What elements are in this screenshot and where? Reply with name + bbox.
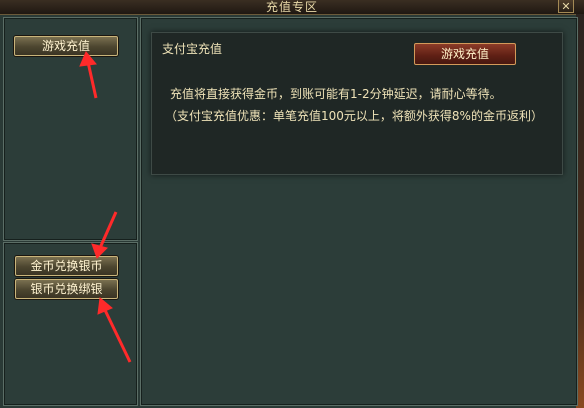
recharge-notice: 充值将直接获得金币，到账可能有1-2分钟延迟，请耐心等待。 — [170, 87, 502, 101]
silver-to-bind-button[interactable]: 银币兑换绑银 — [15, 279, 118, 299]
recharge-window: 充值专区 ✕ 游戏充值 金币兑换银币 银币兑换绑银 支付宝充值 游戏充值 充值将… — [0, 0, 584, 408]
promotion-notice: （支付宝充值优惠：单笔充值100元以上，将额外获得8%的金币返利） — [165, 109, 543, 123]
alipay-heading: 支付宝充值 — [162, 42, 223, 56]
window-title: 充值专区 — [265, 0, 318, 14]
close-icon[interactable]: ✕ — [558, 0, 574, 13]
game-recharge-button[interactable]: 游戏充值 — [414, 43, 516, 65]
game-recharge-nav-button[interactable]: 游戏充值 — [14, 36, 118, 56]
title-bar: 充值专区 ✕ — [0, 0, 584, 15]
alipay-info-box: 支付宝充值 游戏充值 充值将直接获得金币，到账可能有1-2分钟延迟，请耐心等待。… — [151, 32, 563, 175]
gold-to-silver-button[interactable]: 金币兑换银币 — [15, 256, 118, 276]
